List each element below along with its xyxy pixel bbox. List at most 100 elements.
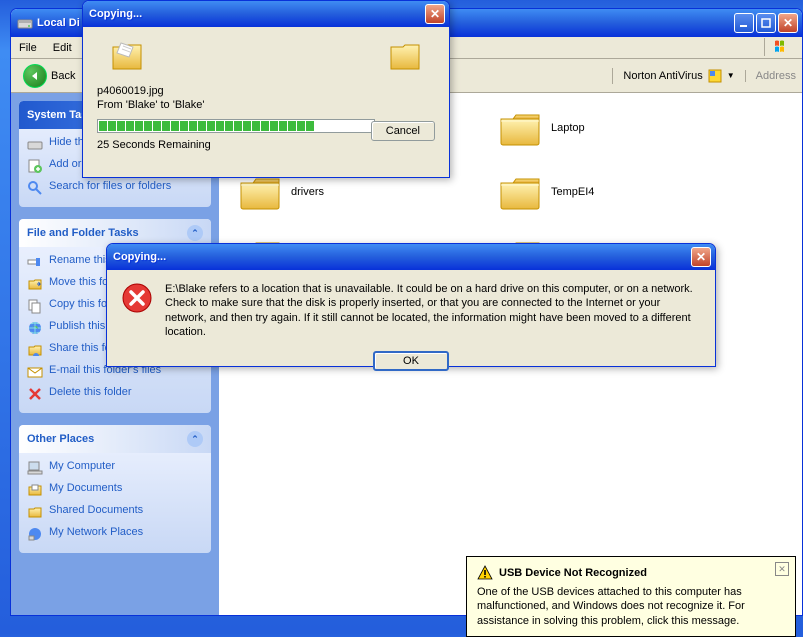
copy-filename: p4060019.jpg — [97, 85, 435, 97]
progress-segment — [288, 121, 296, 131]
progress-segment — [126, 121, 134, 131]
sidebar-network-places[interactable]: My Network Places — [27, 523, 203, 545]
folder-item[interactable]: TempEI4 — [499, 175, 699, 211]
drive-icon — [17, 15, 33, 31]
progress-segment — [99, 121, 107, 131]
other-places-title: Other Places — [27, 433, 94, 445]
balloon-message: One of the USB devices attached to this … — [477, 585, 785, 628]
progress-segment — [144, 121, 152, 131]
rename-icon — [27, 254, 43, 270]
progress-segment — [180, 121, 188, 131]
collapse-icon: ⌃ — [187, 431, 203, 447]
sidebar-my-computer[interactable]: My Computer — [27, 457, 203, 479]
other-places-header[interactable]: Other Places ⌃ — [19, 425, 211, 453]
progress-segment — [225, 121, 233, 131]
drive-hide-icon — [27, 136, 43, 152]
progress-segment — [351, 121, 359, 131]
usb-balloon-notification[interactable]: ✕ USB Device Not Recognized One of the U… — [466, 556, 796, 637]
error-dialog-titlebar[interactable]: Copying... ✕ — [107, 244, 715, 270]
address-label: Address — [745, 70, 796, 82]
norton-icon — [707, 68, 723, 84]
minimize-button[interactable] — [734, 13, 754, 33]
globe-icon — [27, 320, 43, 336]
back-button[interactable]: Back — [17, 62, 81, 90]
progress-segment — [342, 121, 350, 131]
progress-segment — [198, 121, 206, 131]
flying-paper-dest-icon — [385, 37, 425, 77]
sidebar-my-documents[interactable]: My Documents — [27, 479, 203, 501]
network-icon — [27, 526, 43, 542]
balloon-title-text: USB Device Not Recognized — [499, 567, 647, 579]
share-icon — [27, 342, 43, 358]
error-icon — [121, 282, 153, 314]
folder-label: drivers — [291, 186, 324, 199]
maximize-button[interactable] — [756, 13, 776, 33]
balloon-close-button[interactable]: ✕ — [775, 562, 789, 576]
progress-segment — [270, 121, 278, 131]
progress-segment — [135, 121, 143, 131]
copy-icon — [27, 298, 43, 314]
progress-segment — [297, 121, 305, 131]
copy-progress-dialog: Copying... ✕ p4060019.jpg From 'Blake' t… — [82, 0, 450, 178]
computer-icon — [27, 460, 43, 476]
progress-segment — [153, 121, 161, 131]
copy-dialog-title: Copying... — [89, 8, 142, 20]
other-places-panel: Other Places ⌃ My Computer My Documents … — [19, 425, 211, 553]
folder-item[interactable]: Laptop — [499, 111, 699, 147]
progress-segment — [216, 121, 224, 131]
close-button[interactable]: ✕ — [778, 13, 798, 33]
delete-icon — [27, 386, 43, 402]
flying-paper-source-icon — [107, 37, 147, 77]
folder-label: TempEI4 — [551, 186, 594, 199]
documents-icon — [27, 482, 43, 498]
add-remove-icon — [27, 158, 43, 174]
folder-icon — [239, 175, 281, 211]
folder-item[interactable]: drivers — [239, 175, 439, 211]
sidebar-search[interactable]: Search for files or folders — [27, 177, 203, 199]
progress-segment — [261, 121, 269, 131]
ok-button[interactable]: OK — [373, 351, 449, 371]
windows-flag-icon — [764, 38, 800, 56]
progress-segment — [333, 121, 341, 131]
progress-segment — [234, 121, 242, 131]
copy-from-to: From 'Blake' to 'Blake' — [97, 99, 435, 111]
email-icon — [27, 364, 43, 380]
back-label: Back — [51, 70, 75, 82]
error-dialog-title: Copying... — [113, 251, 166, 263]
dropdown-arrow-icon: ▼ — [727, 71, 735, 80]
folder-icon — [499, 111, 541, 147]
move-icon — [27, 276, 43, 292]
menu-file[interactable]: File — [11, 39, 45, 57]
time-remaining: 25 Seconds Remaining — [97, 139, 211, 151]
progress-segment — [279, 121, 287, 131]
warning-icon — [477, 565, 493, 581]
cancel-button[interactable]: Cancel — [371, 121, 435, 141]
progress-segment — [108, 121, 116, 131]
folder-icon — [499, 175, 541, 211]
progress-segment — [189, 121, 197, 131]
collapse-icon: ⌃ — [187, 225, 203, 241]
shared-docs-icon — [27, 504, 43, 520]
file-tasks-title: File and Folder Tasks — [27, 227, 139, 239]
copy-dialog-titlebar[interactable]: Copying... ✕ — [83, 1, 449, 27]
copy-dialog-close-button[interactable]: ✕ — [425, 4, 445, 24]
menu-edit[interactable]: Edit — [45, 39, 80, 57]
sidebar-delete[interactable]: Delete this folder — [27, 383, 203, 405]
progress-bar — [97, 119, 375, 133]
window-title: Local Di — [37, 17, 80, 29]
sidebar-shared-documents[interactable]: Shared Documents — [27, 501, 203, 523]
norton-label: Norton AntiVirus — [623, 70, 702, 82]
progress-segment — [315, 121, 323, 131]
progress-segment — [243, 121, 251, 131]
error-dialog-close-button[interactable]: ✕ — [691, 247, 711, 267]
error-dialog: Copying... ✕ E:\Blake refers to a locati… — [106, 243, 716, 367]
progress-segment — [117, 121, 125, 131]
progress-segment — [162, 121, 170, 131]
norton-antivirus[interactable]: Norton AntiVirus ▼ — [612, 68, 734, 84]
progress-segment — [360, 121, 368, 131]
progress-segment — [324, 121, 332, 131]
back-arrow-icon — [23, 64, 47, 88]
folder-label: Laptop — [551, 122, 585, 135]
progress-segment — [306, 121, 314, 131]
progress-segment — [252, 121, 260, 131]
